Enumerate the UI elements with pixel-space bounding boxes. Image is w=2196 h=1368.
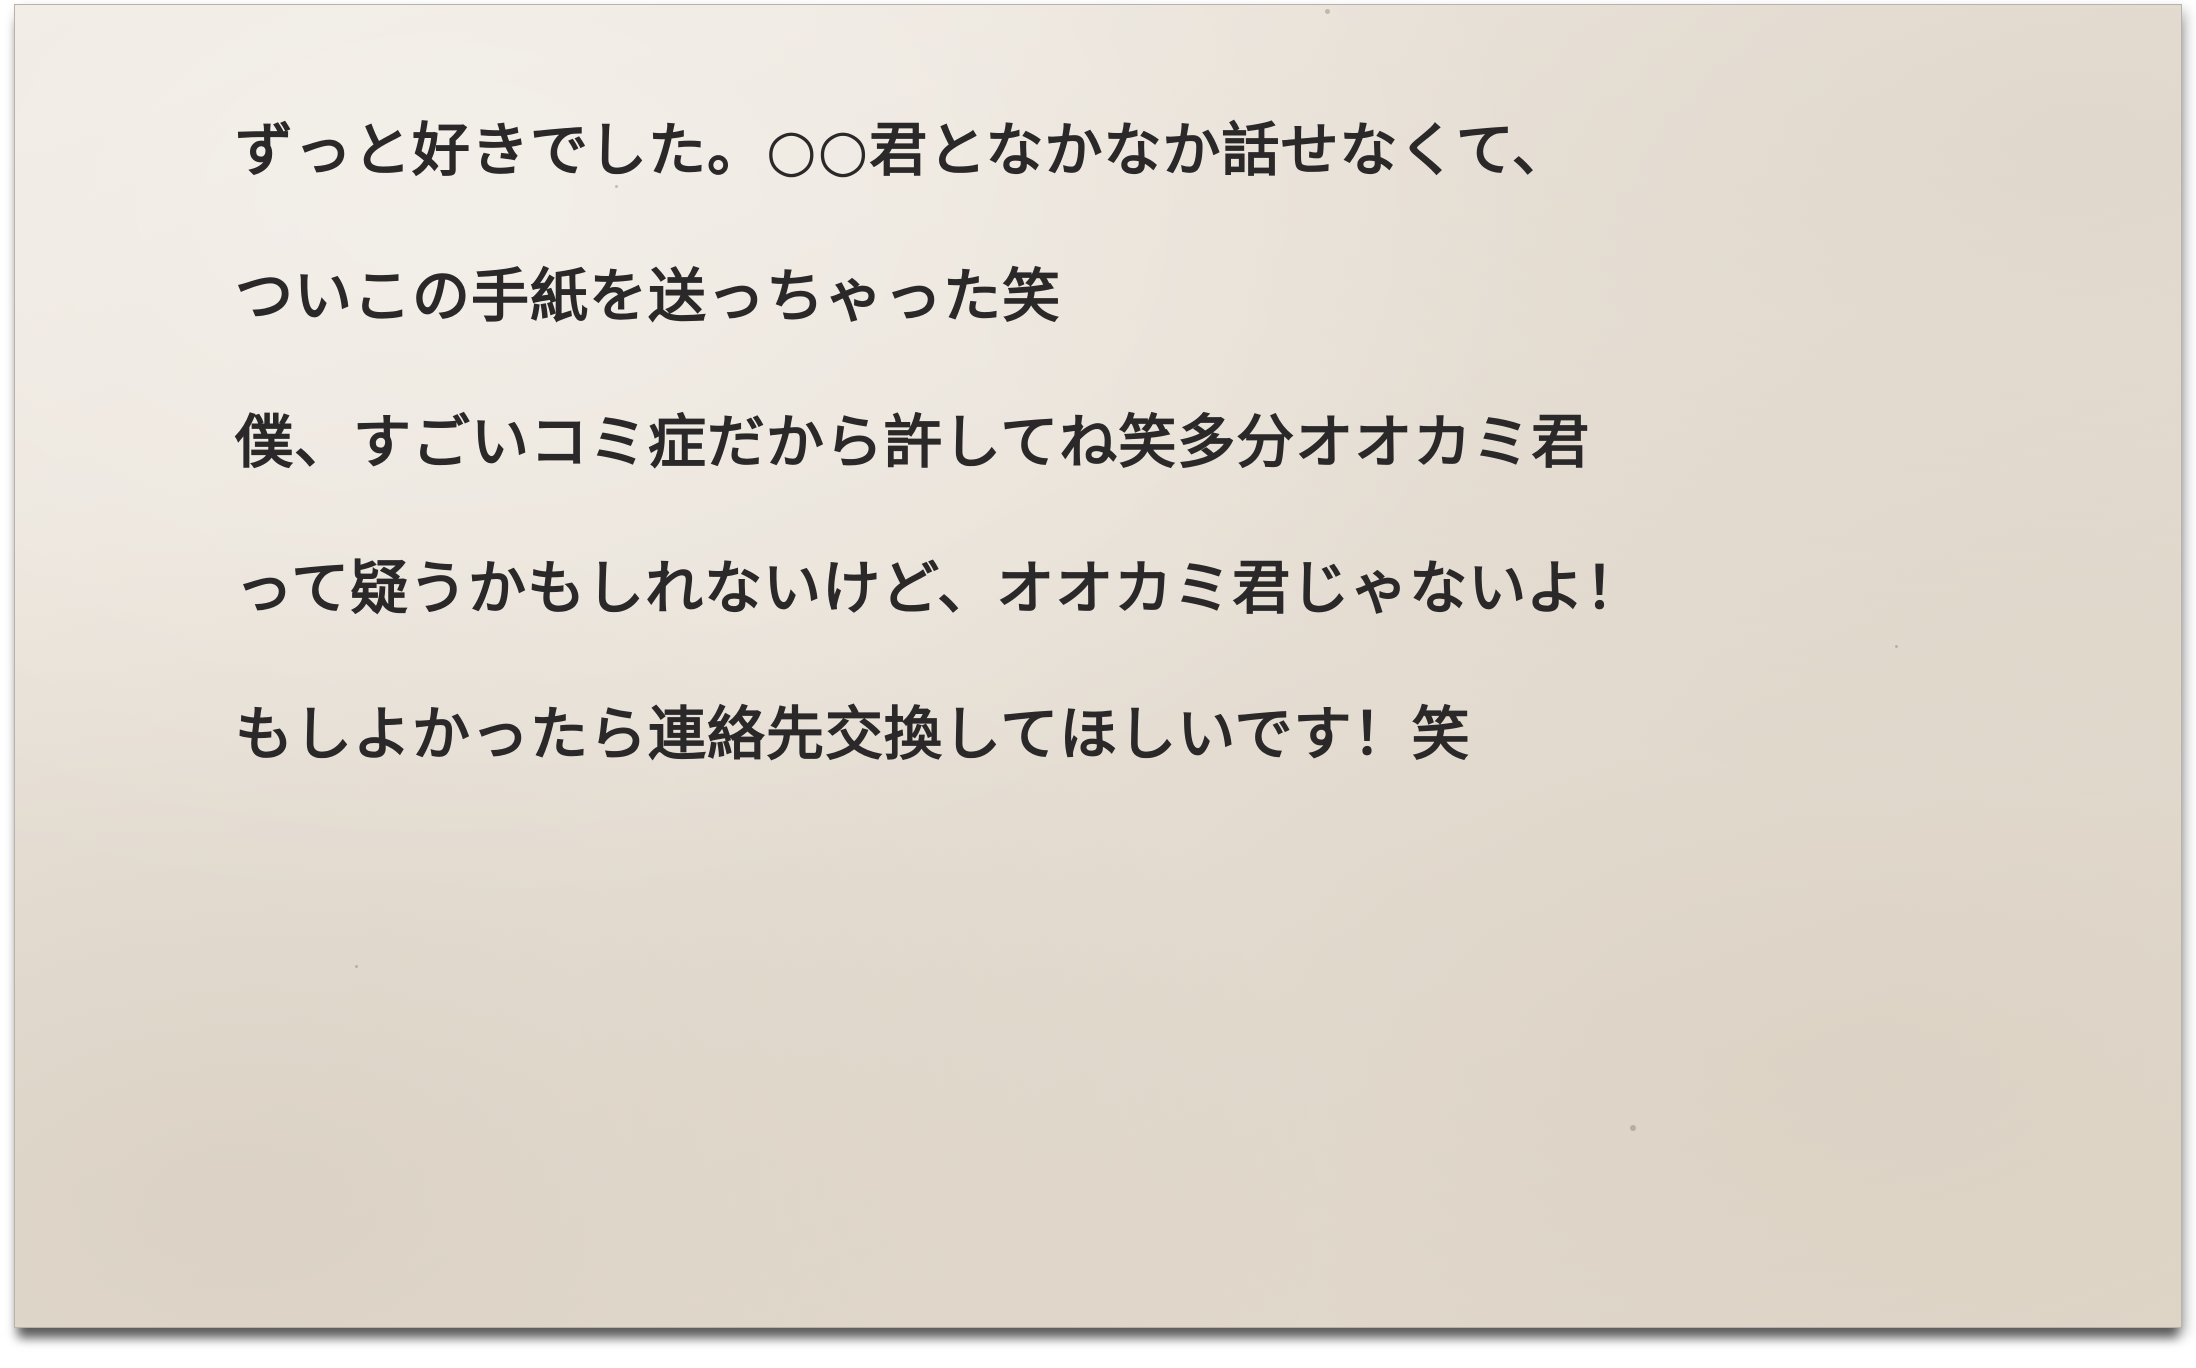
letter-line-1: ずっと好きでした。○○君となかなか話せなくて、 <box>235 116 1571 184</box>
letter-text: ずっと好きでした。○○君となかなか話せなくて、 ついこの手紙を送っちゃった笑 僕… <box>235 105 2135 835</box>
letter-line-2: ついこの手紙を送っちゃった笑 <box>235 262 1062 330</box>
paper-speck <box>1325 9 1330 14</box>
paper-card: ずっと好きでした。○○君となかなか話せなくて、 ついこの手紙を送っちゃった笑 僕… <box>14 4 2182 1328</box>
letter-line-5: もしよかったら連絡先交換してほしいです！笑 <box>235 700 1471 768</box>
letter-line-4: って疑うかもしれないけど、オオカミ君じゃないよ！ <box>235 554 1645 622</box>
canvas: ずっと好きでした。○○君となかなか話せなくて、 ついこの手紙を送っちゃった笑 僕… <box>0 0 2196 1368</box>
paper-speck <box>1630 1125 1636 1131</box>
letter-line-3: 僕、すごいコミ症だから許してね笑多分オオカミ君 <box>235 408 1591 476</box>
paper-speck <box>355 965 358 968</box>
